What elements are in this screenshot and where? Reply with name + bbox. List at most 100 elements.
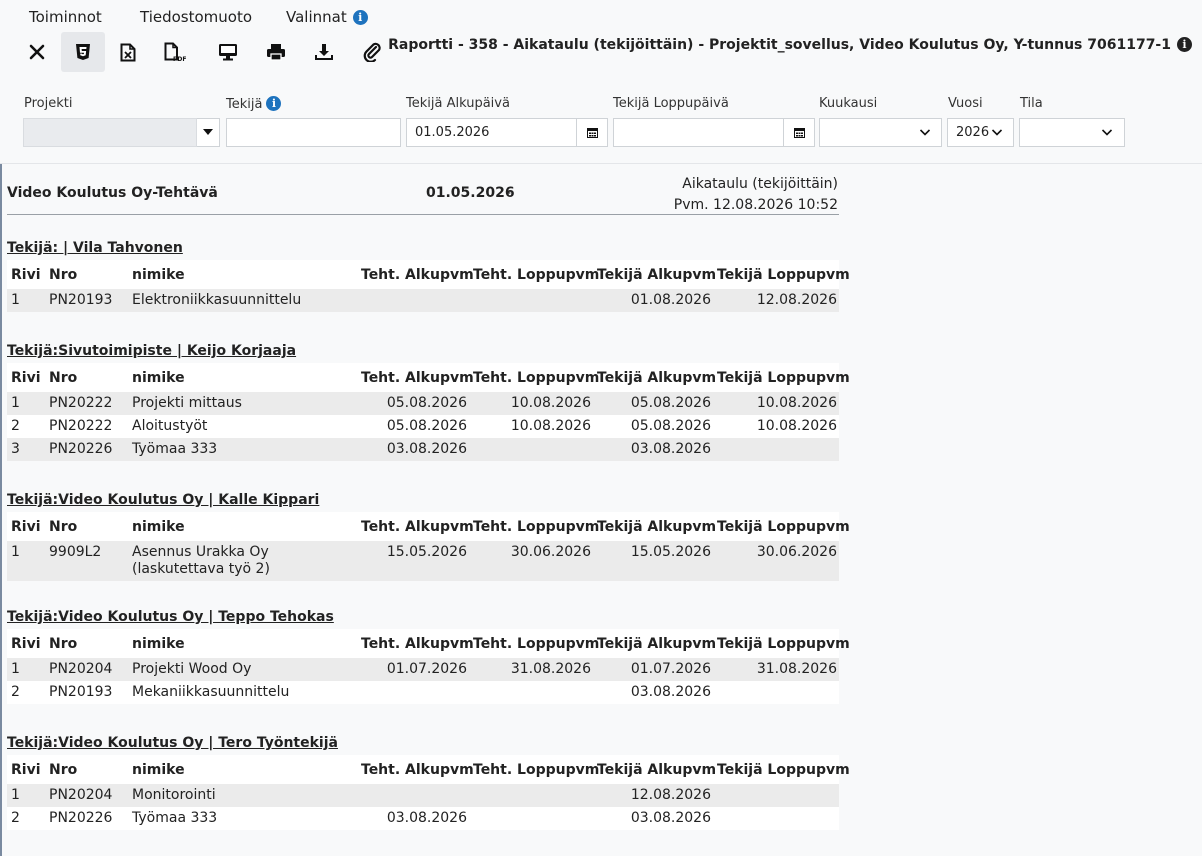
menu-valinnat[interactable]: Valinnat i	[286, 8, 368, 26]
table-cell	[357, 289, 469, 312]
loppupaiva-input[interactable]	[613, 118, 815, 147]
column-header: nimike	[128, 363, 357, 392]
table-cell: Työmaa 333	[128, 807, 357, 830]
table-cell: Projekti mittaus	[128, 392, 357, 415]
calendar-icon	[586, 128, 598, 138]
table-cell: PN20222	[45, 392, 128, 415]
table-cell: Työmaa 333	[128, 438, 357, 461]
column-header: Tekijä Alkupvm	[593, 629, 716, 658]
table-cell: 03.08.2026	[357, 438, 469, 461]
menu-valinnat-label: Valinnat	[286, 8, 347, 26]
screen-button[interactable]	[206, 32, 250, 72]
table-cell	[469, 438, 593, 461]
print-button[interactable]	[254, 32, 298, 72]
table-cell	[469, 807, 593, 830]
column-header: Teht. Loppupvm	[469, 512, 599, 541]
table-cell	[357, 784, 469, 807]
table-cell: 30.06.2026	[469, 541, 593, 581]
report-title: Raportti - 358 - Aikataulu (tekijöittäin…	[388, 37, 1192, 53]
column-header: Teht. Alkupvm	[357, 363, 474, 392]
section-title: Tekijä:Video Koulutus Oy | Kalle Kippari	[7, 492, 320, 508]
section-title: Tekijä:Sivutoimipiste | Keijo Korjaaja	[7, 343, 297, 359]
column-header: Tekijä Loppupvm	[713, 512, 850, 541]
excel-button[interactable]	[106, 32, 150, 72]
report-name: Aikataulu (tekijöittäin)	[682, 176, 838, 192]
column-header: Rivi	[7, 260, 45, 289]
column-header: nimike	[128, 629, 357, 658]
alkupaiva-value: 01.05.2026	[415, 125, 490, 140]
chevron-down-icon	[920, 129, 930, 136]
table-cell: 30.06.2026	[713, 541, 839, 581]
report-table: Rivi Nro nimike Teht. Alkupvm Teht. Loppupvm…	[7, 260, 850, 312]
alkupaiva-input[interactable]: 01.05.2026	[406, 118, 608, 147]
close-button[interactable]	[15, 32, 59, 72]
column-header: nimike	[128, 755, 357, 784]
table-cell: 01.07.2026	[593, 658, 713, 681]
pdf-button[interactable]: PDF	[153, 32, 197, 72]
table-header-row: Rivi Nro nimike Teht. Alkupvm Teht. Loppupvm…	[7, 755, 850, 784]
table-cell: 10.08.2026	[713, 392, 839, 415]
calendar-button[interactable]	[783, 119, 814, 146]
tekija-input[interactable]	[226, 118, 401, 147]
report-date: 01.05.2026	[426, 185, 515, 201]
download-icon	[315, 44, 333, 60]
table-cell: 10.08.2026	[713, 415, 839, 438]
table-cell	[469, 681, 593, 704]
table-cell	[713, 438, 839, 461]
table-cell	[357, 681, 469, 704]
info-icon[interactable]: i	[266, 96, 282, 111]
table-cell: 05.08.2026	[593, 415, 713, 438]
tila-select[interactable]	[1019, 118, 1125, 147]
loppupaiva-label: Tekijä Loppupäivä	[613, 96, 729, 111]
section-title: Tekijä:Video Koulutus Oy | Teppo Tehokas	[7, 609, 334, 625]
column-header: Tekijä Alkupvm	[593, 755, 716, 784]
paperclip-icon	[363, 42, 381, 62]
download-button[interactable]	[302, 32, 346, 72]
menu-tiedostomuoto[interactable]: Tiedostomuoto	[140, 8, 252, 26]
table-cell	[713, 784, 839, 807]
calendar-button[interactable]	[576, 119, 607, 146]
column-header: Tekijä Alkupvm	[593, 363, 716, 392]
table-cell: PN20222	[45, 415, 128, 438]
projekti-dropdown-button[interactable]	[197, 118, 220, 147]
projekti-label: Projekti	[24, 96, 73, 111]
kuukausi-select[interactable]	[819, 118, 942, 147]
info-icon[interactable]: i	[1177, 37, 1192, 52]
column-header: Tekijä Loppupvm	[713, 629, 850, 658]
report-date-dash: -	[506, 185, 512, 201]
table-cell: 12.08.2026	[593, 784, 713, 807]
projekti-select[interactable]	[23, 118, 197, 147]
table-cell: 10.08.2026	[469, 392, 593, 415]
menu-toiminnot[interactable]: Toiminnot	[29, 8, 102, 26]
info-icon[interactable]: i	[352, 10, 368, 25]
tekija-label-text: Tekijä	[226, 97, 263, 112]
table-cell: 05.08.2026	[593, 392, 713, 415]
column-header: Tekijä Alkupvm	[593, 512, 716, 541]
vuosi-select[interactable]: 2026	[947, 118, 1014, 147]
table-cell: 03.08.2026	[593, 438, 713, 461]
table-row: 1 PN20193 Elektroniikkasuunnittelu 01.08.20…	[7, 289, 839, 312]
excel-file-icon	[120, 43, 136, 61]
pdf-file-icon: PDF	[164, 42, 186, 62]
table-cell: PN20204	[45, 784, 128, 807]
table-cell: 05.08.2026	[357, 415, 469, 438]
table-cell: 1	[7, 541, 45, 581]
report-title-text: Raportti - 358 - Aikataulu (tekijöittäin…	[388, 37, 1171, 53]
table-cell: 9909L2	[45, 541, 128, 581]
table-cell: PN20226	[45, 807, 128, 830]
table-cell: 15.05.2026	[593, 541, 713, 581]
column-header: Tekijä Loppupvm	[713, 260, 850, 289]
chevron-down-icon	[1102, 129, 1112, 136]
table-cell: 3	[7, 438, 45, 461]
table-cell: PN20226	[45, 438, 128, 461]
html5-button[interactable]	[61, 32, 105, 72]
tila-label: Tila	[1020, 96, 1043, 111]
table-cell: Elektroniikkasuunnittelu	[128, 289, 357, 312]
table-cell: 05.08.2026	[357, 392, 469, 415]
divider	[7, 214, 839, 215]
column-header: Tekijä Loppupvm	[713, 363, 850, 392]
column-header: Nro	[45, 629, 128, 658]
table-row: 1 PN20204 Projekti Wood Oy 01.07.2026 31.08.…	[7, 658, 839, 681]
column-header: Teht. Alkupvm	[357, 512, 474, 541]
table-cell: 01.08.2026	[593, 289, 713, 312]
